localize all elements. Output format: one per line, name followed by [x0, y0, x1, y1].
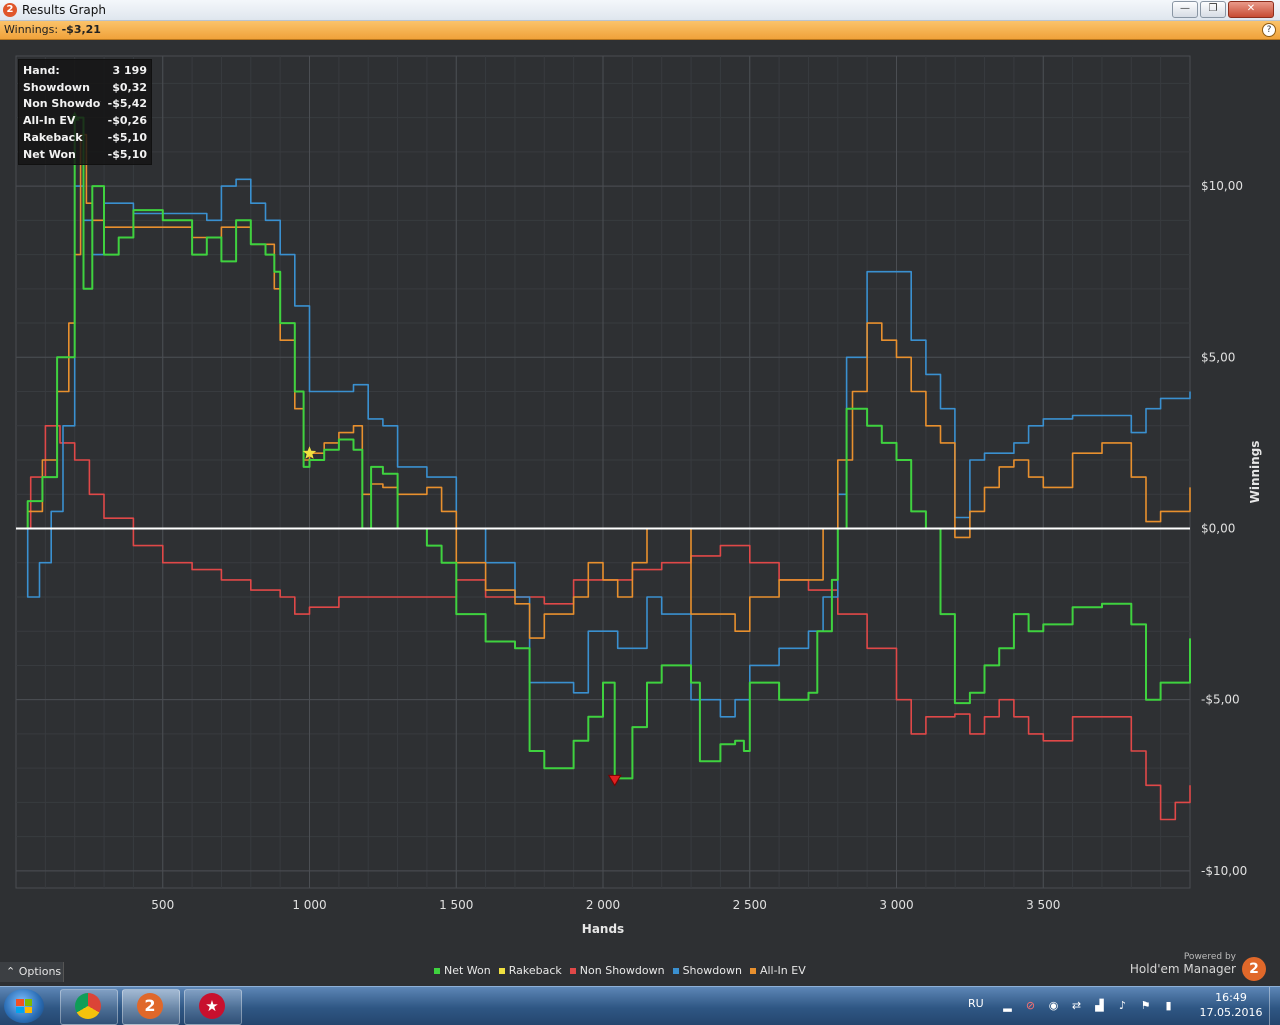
y-tick-label: $0,00 — [1201, 521, 1235, 535]
x-tick-label: 3 000 — [879, 898, 913, 912]
tooltip-row-label: Net Won — [23, 147, 76, 161]
tooltip-row-label: Rakeback — [23, 131, 83, 145]
chart-legend: Net Won Rakeback Non Showdown Showdown All-I… — [434, 964, 806, 977]
tooltip-table: Hand: 3 199 Showdown $0,32 Non Showdown -$5,4… — [23, 62, 151, 163]
minimize-button[interactable]: — — [1172, 1, 1198, 18]
legend-swatch — [434, 967, 440, 974]
y-axis-title: Winnings — [1248, 441, 1262, 504]
legend-swatch — [672, 967, 679, 974]
hand-tooltip: Hand: 3 199 Showdown $0,32 Non Showdown -$5,4… — [18, 59, 152, 165]
tooltip-row: Net Won -$5,10 — [23, 146, 151, 163]
clock[interactable]: 16:49 17.05.2016 — [1196, 990, 1266, 1020]
taskbar-app-pokerstars[interactable]: ★ — [184, 989, 242, 1025]
legend-label: Net Won — [444, 964, 491, 977]
winnings-label: Winnings: — [4, 23, 59, 36]
tooltip-row-value: -$5,42 — [107, 97, 147, 111]
legend-item[interactable]: Non Showdown — [569, 964, 665, 977]
windows-flag-icon — [16, 999, 32, 1013]
legend-label: All-In EV — [759, 964, 806, 977]
connection-icon[interactable]: ⇄ — [1069, 998, 1084, 1013]
taskbar: 2 ★ RU ▂ ⊘ ◉ ⇄ ▟ ♪ ⚑ ▮ 16:49 17.05.2016 — [0, 986, 1280, 1025]
clock-time: 16:49 — [1215, 991, 1247, 1004]
tooltip-row-label: Showdown — [23, 80, 90, 94]
chrome-icon — [75, 993, 101, 1019]
wifi-signal-icon[interactable]: ▟ — [1092, 998, 1107, 1013]
x-tick-label: 2 500 — [733, 898, 767, 912]
legend-label: Non Showdown — [579, 964, 665, 977]
tooltip-row-value: -$5,10 — [107, 131, 147, 145]
powered-by: Powered by Hold'em Manager — [1130, 952, 1236, 976]
app-logo-icon: 2 — [3, 3, 17, 17]
tooltip-row-label: Hand: — [23, 63, 60, 77]
tooltip-row-value: $0,32 — [112, 80, 147, 94]
tooltip-row-label: Non Showdown — [23, 97, 101, 111]
help-icon[interactable]: ? — [1262, 23, 1276, 37]
tooltip-row: Showdown $0,32 — [23, 79, 151, 96]
options-bar: ⌃ Options Net Won Rakeback Non Showdown Sho… — [0, 952, 1280, 986]
x-axis-title: Hands — [582, 922, 624, 936]
tooltip-row-value: 3 199 — [112, 63, 147, 77]
winnings-value: -$3,21 — [61, 23, 101, 36]
chrome-tray-icon[interactable]: ◉ — [1046, 998, 1061, 1013]
x-tick-label: 1 000 — [292, 898, 326, 912]
legend-swatch — [569, 967, 576, 974]
tooltip-row-value: -$0,26 — [107, 114, 147, 128]
hm-logo-icon: 2 — [1242, 957, 1266, 981]
legend-item[interactable]: Showdown — [672, 964, 742, 977]
tooltip-row: Hand: 3 199 — [23, 62, 151, 79]
tooltip-row-value: -$5,10 — [107, 147, 147, 161]
legend-label: Showdown — [682, 964, 742, 977]
taskbar-app-chrome[interactable] — [60, 989, 118, 1025]
legend-item[interactable]: Net Won — [434, 964, 491, 977]
y-tick-label: -$10,00 — [1201, 864, 1247, 878]
caret-up-icon: ⌃ — [6, 965, 16, 978]
x-tick-label: 1 500 — [439, 898, 473, 912]
options-label: Options — [18, 965, 62, 978]
legend-swatch — [498, 967, 505, 974]
powered-by-product: Hold'em Manager — [1129, 962, 1236, 976]
x-tick-label: 2 000 — [586, 898, 620, 912]
close-button[interactable]: ✕ — [1228, 1, 1274, 18]
legend-item[interactable]: Rakeback — [498, 964, 562, 977]
clock-date: 17.05.2016 — [1199, 1006, 1263, 1019]
maximize-button[interactable]: ❐ — [1200, 1, 1226, 18]
show-desktop-button[interactable] — [1269, 987, 1280, 1025]
x-tick-label: 3 500 — [1026, 898, 1060, 912]
power-icon[interactable]: ▮ — [1161, 998, 1176, 1013]
holdem-manager-icon: 2 — [137, 993, 163, 1019]
powered-by-line: Powered by — [1183, 952, 1236, 962]
language-indicator[interactable]: RU — [968, 997, 984, 1010]
window-controls: — ❐ ✕ — [1172, 1, 1274, 18]
pokerstars-icon: ★ — [199, 993, 225, 1019]
volume-icon[interactable]: ♪ — [1115, 998, 1130, 1013]
y-tick-label: $10,00 — [1201, 179, 1243, 193]
taskbar-app-holdem-manager[interactable]: 2 — [122, 989, 180, 1025]
blocked-icon[interactable]: ⊘ — [1023, 998, 1038, 1013]
window-title: Results Graph — [22, 3, 106, 17]
tooltip-row: Non Showdown -$5,42 — [23, 96, 151, 113]
legend-item[interactable]: All-In EV — [749, 964, 806, 977]
tooltip-row: Rakeback -$5,10 — [23, 129, 151, 146]
winnings-bar: Winnings: -$3,21 ? — [0, 21, 1280, 40]
start-button[interactable] — [4, 989, 44, 1023]
x-tick-label: 500 — [151, 898, 174, 912]
winnings-summary: Winnings: -$3,21 — [4, 23, 101, 36]
y-tick-label: $5,00 — [1201, 350, 1235, 364]
tray-icons: ▂ ⊘ ◉ ⇄ ▟ ♪ ⚑ ▮ — [1000, 998, 1176, 1013]
tooltip-row-label: All-In EV — [23, 114, 76, 128]
action-center-flag-icon[interactable]: ⚑ — [1138, 998, 1153, 1013]
network-signal-icon[interactable]: ▂ — [1000, 998, 1015, 1013]
y-tick-label: -$5,00 — [1201, 693, 1240, 707]
system-tray: RU ▂ ⊘ ◉ ⇄ ▟ ♪ ⚑ ▮ 16:49 17.05.2016 — [960, 987, 1280, 1025]
legend-swatch — [749, 967, 756, 974]
title-bar: 2 Results Graph — ❐ ✕ — [0, 0, 1280, 21]
tooltip-row: All-In EV -$0,26 — [23, 112, 151, 129]
legend-label: Rakeback — [508, 964, 562, 977]
results-chart[interactable]: 500 1 000 1 500 2 000 2 500 3 000 3 500 $10,00 $… — [0, 40, 1280, 960]
options-button[interactable]: ⌃ Options — [0, 962, 64, 982]
